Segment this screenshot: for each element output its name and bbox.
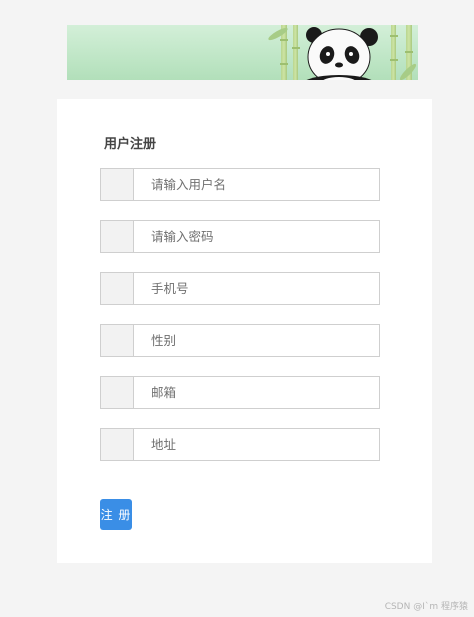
username-field: [100, 168, 380, 201]
register-card: 用户注册 注 册: [57, 99, 432, 563]
input-addon: [101, 377, 134, 408]
input-addon: [101, 273, 134, 304]
phone-input[interactable]: [134, 273, 379, 304]
input-addon: [101, 429, 134, 460]
address-input[interactable]: [134, 429, 379, 460]
username-input[interactable]: [134, 169, 379, 200]
form-title: 用户注册: [104, 137, 157, 152]
address-field: [100, 428, 380, 461]
gender-field: [100, 324, 380, 357]
phone-field: [100, 272, 380, 305]
watermark: CSDN @I`m 程序猿: [384, 602, 468, 612]
password-field: [100, 220, 380, 253]
input-addon: [101, 325, 134, 356]
password-input[interactable]: [134, 221, 379, 252]
register-button[interactable]: 注 册: [100, 499, 132, 530]
gender-input[interactable]: [134, 325, 379, 356]
panda-banner: [67, 25, 418, 80]
input-addon: [101, 221, 134, 252]
panda-icon: [306, 27, 378, 80]
page: 用户注册 注 册 CSDN @I`m 程序猿: [0, 0, 474, 617]
email-field: [100, 376, 380, 409]
input-addon: [101, 169, 134, 200]
email-input[interactable]: [134, 377, 379, 408]
